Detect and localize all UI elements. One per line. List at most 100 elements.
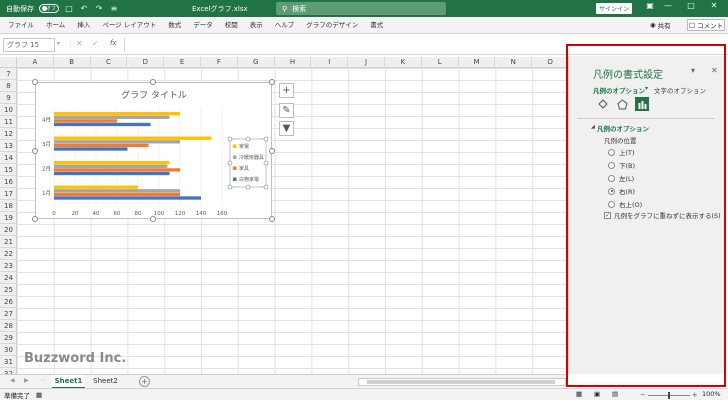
row-header[interactable]: 12 [0,128,17,140]
add-sheet-icon[interactable]: + [139,376,150,387]
row-header[interactable]: 10 [0,104,17,116]
tab-home[interactable]: ホーム [40,17,71,34]
column-header[interactable]: L [422,57,459,68]
chart-handle[interactable] [32,79,38,85]
column-header[interactable]: K [385,57,422,68]
row-header[interactable]: 26 [0,296,17,308]
scroll-thumb[interactable] [367,380,555,384]
close-icon[interactable]: ✕ [707,1,721,10]
normal-view-icon[interactable]: ▦ [576,390,582,398]
row-header[interactable]: 22 [0,248,17,260]
pane-options-icon[interactable]: ▾ [691,66,695,75]
row-header[interactable]: 13 [0,140,17,152]
collapse-triangle-icon[interactable]: ◢ [591,124,595,130]
chart-handle[interactable] [32,216,38,222]
chart-elements-icon[interactable]: + [279,83,294,98]
search-box[interactable]: ⚲ 検索 [276,2,446,15]
tab-legend-options[interactable]: 凡例のオプション [593,85,645,95]
zoom-knob[interactable] [667,391,670,399]
ribbon-display-icon[interactable]: ▣ [643,1,657,10]
column-header[interactable]: N [495,57,533,68]
comment-button[interactable]: □ コメント [687,19,725,31]
more-sheets-icon[interactable]: ⋯ [40,377,46,384]
tab-help[interactable]: ヘルプ [269,17,301,34]
macro-record-icon[interactable]: ▦ [36,391,42,399]
undo-icon[interactable]: ↶ [79,4,89,13]
row-header[interactable]: 7 [0,68,17,80]
cancel-icon[interactable]: ✕ [76,39,83,48]
legend-options-icon[interactable] [635,97,649,111]
legend-options-section[interactable]: 凡例のオプション [597,123,649,133]
row-header[interactable]: 18 [0,200,17,212]
radio-bottom-circle[interactable] [608,161,615,169]
column-header[interactable]: E [164,57,201,68]
tab-view[interactable]: 表示 [244,17,269,34]
chart-handle[interactable] [269,79,275,85]
select-all-corner[interactable] [0,57,17,68]
radio-top-right[interactable]: 右上(O) [608,199,642,209]
next-sheet-icon[interactable]: ▶ [24,377,29,384]
radio-right-circle[interactable] [608,187,615,195]
chart-handle[interactable] [150,79,156,85]
row-header[interactable]: 23 [0,260,17,272]
tab-insert[interactable]: 挿入 [71,17,96,34]
page-break-view-icon[interactable]: ▤ [612,390,618,398]
overlap-checkbox-row[interactable]: ✓ 凡例をグラフに重ねずに表示する(S) [604,210,721,220]
row-header[interactable]: 30 [0,344,17,356]
autosave-toggle[interactable]: オフ [39,4,59,13]
zoom-slider[interactable]: − + [640,391,700,399]
column-header[interactable]: F [201,57,238,68]
column-header[interactable]: D [127,57,165,68]
tab-data[interactable]: データ [187,17,219,34]
row-header[interactable]: 27 [0,308,17,320]
chart-handle[interactable] [269,216,275,222]
customize-qat-icon[interactable]: ≡ [109,4,119,13]
signin-button[interactable]: サインイン [596,3,632,14]
formula-input[interactable] [124,38,564,52]
tab-chart-design[interactable]: グラフのデザイン [300,17,364,34]
column-header[interactable]: M [459,57,496,68]
page-layout-view-icon[interactable]: ▣ [594,390,600,398]
radio-top-circle[interactable] [608,148,615,156]
row-header[interactable]: 14 [0,152,17,164]
chart-handle[interactable] [32,148,38,154]
radio-left-circle[interactable] [608,174,615,182]
sheet-tab-sheet2[interactable]: Sheet2 [89,375,122,389]
chart-object[interactable]: グラフ タイトル 0 20 40 60 80 100 120 140 160 1月 2月 3月 4月 家電冷… [35,82,272,219]
chart-handle[interactable] [269,148,275,154]
fill-line-icon[interactable] [595,97,609,111]
zoom-percent[interactable]: 100% [702,390,721,398]
row-header[interactable]: 11 [0,116,17,128]
pane-close-icon[interactable]: ✕ [711,66,718,75]
zoom-out-icon[interactable]: − [640,391,646,399]
column-header[interactable]: I [311,57,349,68]
radio-left[interactable]: 左(L) [608,173,634,183]
chart-styles-icon[interactable]: ✎ [279,103,294,118]
row-header[interactable]: 31 [0,356,17,368]
radio-top-right-circle[interactable] [608,200,615,208]
radio-right[interactable]: 右(R) [608,186,635,196]
save-icon[interactable]: □ [64,4,74,13]
tab-review[interactable]: 校閲 [219,17,244,34]
tab-formulas[interactable]: 数式 [162,17,187,34]
chevron-down-icon[interactable]: ▾ [645,85,648,92]
row-header[interactable]: 9 [0,92,17,104]
maximize-icon[interactable]: □ [684,1,698,10]
zoom-in-icon[interactable]: + [692,391,698,399]
horizontal-scrollbar[interactable] [358,378,566,386]
tab-text-options[interactable]: 文字のオプション [654,85,706,95]
radio-top[interactable]: 上(T) [608,147,635,157]
chart-handle[interactable] [150,216,156,222]
tab-page-layout[interactable]: ページ レイアウト [96,17,162,34]
row-header[interactable]: 28 [0,320,17,332]
enter-icon[interactable]: ✓ [92,39,99,48]
row-header[interactable]: 25 [0,284,17,296]
sheet-tab-sheet1[interactable]: Sheet1 [52,375,85,389]
redo-icon[interactable]: ↷ [94,4,104,13]
row-header[interactable]: 21 [0,236,17,248]
column-header[interactable]: H [275,57,312,68]
row-header[interactable]: 15 [0,164,17,176]
column-header[interactable]: A [17,57,54,68]
share-button[interactable]: ◉ 共有 [650,20,671,30]
row-header[interactable]: 29 [0,332,17,344]
